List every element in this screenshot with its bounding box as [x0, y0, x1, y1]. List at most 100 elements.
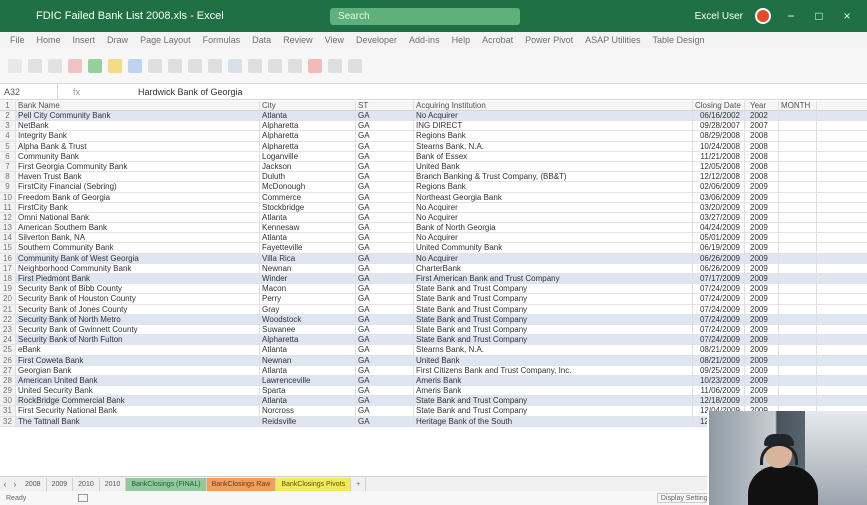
bank-name-cell[interactable]: Neighborhood Community Bank — [16, 263, 260, 273]
closing-date-cell[interactable]: 06/19/2009 — [693, 243, 745, 253]
menu-table-design[interactable]: Table Design — [653, 35, 705, 45]
year-cell[interactable]: 2009 — [745, 202, 779, 212]
city-cell[interactable]: Loganville — [260, 151, 356, 161]
state-cell[interactable]: GA — [356, 284, 414, 294]
table-row[interactable]: 15 Southern Community Bank Fayetteville GA U… — [0, 243, 867, 254]
bank-name-cell[interactable]: Haven Trust Bank — [16, 172, 260, 182]
acquirer-cell[interactable]: Northeast Georgia Bank — [414, 192, 693, 202]
table-row[interactable]: 18 First Piedmont Bank Winder GA First Ameri… — [0, 274, 867, 285]
undo-icon[interactable] — [28, 58, 42, 73]
city-cell[interactable]: Fayetteville — [260, 243, 356, 253]
bank-name-cell[interactable]: American Southern Bank — [16, 223, 260, 233]
month-cell[interactable] — [779, 141, 817, 151]
city-cell[interactable]: Winder — [260, 274, 356, 284]
formula-input[interactable]: Hardwick Bank of Georgia — [138, 87, 243, 97]
city-cell[interactable]: Perry — [260, 294, 356, 304]
table-row[interactable]: 23 Security Bank of Gwinnett County Suwane… — [0, 324, 867, 336]
table-row[interactable]: 7 First Georgia Community Bank Jackson GA Un… — [0, 161, 867, 173]
state-cell[interactable]: GA — [356, 212, 414, 223]
year-cell[interactable]: 2008 — [745, 131, 779, 141]
table-row[interactable]: 4 Integrity Bank Alpharetta GA Regions Bank 0… — [0, 131, 867, 142]
acquirer-cell[interactable]: No Acquirer — [414, 111, 693, 121]
table-row[interactable]: 16 Community Bank of West Georgia Villa Ri… — [0, 253, 867, 264]
bank-name-cell[interactable]: First Georgia Community Bank — [16, 161, 260, 172]
year-cell[interactable]: 2009 — [745, 386, 779, 396]
year-cell[interactable]: 2009 — [745, 314, 779, 324]
table-row[interactable]: 30 RockBridge Commercial Bank Atlanta GA Sta… — [0, 396, 867, 407]
state-cell[interactable]: GA — [356, 243, 414, 253]
align-left-icon[interactable] — [148, 58, 162, 73]
name-box[interactable]: A32 — [0, 83, 58, 100]
state-cell[interactable]: GA — [356, 396, 414, 406]
month-cell[interactable] — [779, 243, 817, 253]
state-cell[interactable]: GA — [356, 192, 414, 202]
tab-bankclosings-raw[interactable]: BankClosings Raw — [206, 477, 277, 491]
table-row[interactable]: 19 Security Bank of Bibb County Macon GA Sta… — [0, 284, 867, 295]
year-cell[interactable]: 2008 — [745, 161, 779, 172]
state-cell[interactable]: GA — [356, 121, 414, 131]
bank-name-cell[interactable]: Integrity Bank — [16, 131, 260, 141]
state-cell[interactable]: GA — [356, 274, 414, 284]
bank-name-cell[interactable]: Community Bank — [16, 151, 260, 161]
city-cell[interactable]: Atlanta — [260, 365, 356, 375]
save-icon[interactable] — [8, 58, 22, 73]
city-cell[interactable]: Newnan — [260, 355, 356, 365]
tab-bankclosings-final[interactable]: BankClosings (FINAL) — [126, 477, 207, 491]
closing-date-cell[interactable]: 10/23/2009 — [693, 375, 745, 386]
acquirer-cell[interactable]: First American Bank and Trust Company — [414, 274, 693, 284]
tab-bankclosings-pivots[interactable]: BankClosings Pivots — [276, 477, 352, 491]
city-cell[interactable]: Norcross — [260, 406, 356, 416]
bank-name-cell[interactable]: Security Bank of Gwinnett County — [16, 324, 260, 335]
city-cell[interactable]: Alpharetta — [260, 121, 356, 131]
table-row[interactable]: 24 Security Bank of North Fulton Alpharett… — [0, 335, 867, 346]
city-cell[interactable]: Atlanta — [260, 233, 356, 243]
acquirer-cell[interactable]: Ameris Bank — [414, 386, 693, 396]
table-row[interactable]: 6 Community Bank Loganville GA Bank of Essex… — [0, 151, 867, 162]
state-cell[interactable]: GA — [356, 386, 414, 396]
menu-review[interactable]: Review — [283, 35, 313, 45]
year-cell[interactable]: 2009 — [745, 223, 779, 233]
state-cell[interactable]: GA — [356, 375, 414, 386]
city-cell[interactable]: Jackson — [260, 161, 356, 172]
month-cell[interactable] — [779, 335, 817, 345]
header-state[interactable]: ST — [356, 101, 414, 110]
closing-date-cell[interactable]: 04/24/2009 — [693, 223, 745, 233]
city-cell[interactable]: Atlanta — [260, 111, 356, 121]
bank-name-cell[interactable]: RockBridge Commercial Bank — [16, 396, 260, 406]
month-cell[interactable] — [779, 192, 817, 202]
year-cell[interactable]: 2009 — [745, 233, 779, 243]
month-cell[interactable] — [779, 212, 817, 223]
city-cell[interactable]: Commerce — [260, 192, 356, 202]
state-cell[interactable]: GA — [356, 151, 414, 161]
align-right-icon[interactable] — [188, 58, 202, 73]
bank-name-cell[interactable]: First Security National Bank — [16, 406, 260, 416]
acquirer-cell[interactable]: Stearns Bank, N.A. — [414, 345, 693, 355]
state-cell[interactable]: GA — [356, 355, 414, 365]
table-row[interactable]: 2 Pell City Community Bank Atlanta GA No Acq… — [0, 111, 867, 122]
acquirer-cell[interactable]: State Bank and Trust Company — [414, 284, 693, 294]
state-cell[interactable]: GA — [356, 182, 414, 192]
bank-name-cell[interactable]: Southern Community Bank — [16, 243, 260, 253]
bank-name-cell[interactable]: American United Bank — [16, 375, 260, 386]
city-cell[interactable]: Atlanta — [260, 212, 356, 223]
month-cell[interactable] — [779, 223, 817, 233]
year-cell[interactable]: 2009 — [745, 212, 779, 223]
closing-date-cell[interactable]: 06/26/2009 — [693, 253, 745, 263]
table-row[interactable]: 29 United Security Bank Sparta GA Ameris Ban… — [0, 386, 867, 397]
close-icon[interactable]: × — [839, 9, 855, 23]
city-cell[interactable]: Sparta — [260, 386, 356, 396]
borders-icon[interactable] — [128, 58, 142, 73]
acquirer-cell[interactable]: State Bank and Trust Company — [414, 314, 693, 324]
menu-addins[interactable]: Add-ins — [409, 35, 440, 45]
city-cell[interactable]: Atlanta — [260, 345, 356, 355]
acquirer-cell[interactable]: Stearns Bank, N.A. — [414, 141, 693, 151]
table-row[interactable]: 27 Georgian Bank Atlanta GA First Citizens B… — [0, 365, 867, 376]
acquirer-cell[interactable]: No Acquirer — [414, 253, 693, 263]
city-cell[interactable]: Reidsville — [260, 416, 356, 426]
table-row[interactable]: 5 Alpha Bank & Trust Alpharetta GA Stearns B… — [0, 141, 867, 152]
acquirer-cell[interactable]: Regions Bank — [414, 182, 693, 192]
state-cell[interactable]: GA — [356, 253, 414, 263]
state-cell[interactable]: GA — [356, 314, 414, 324]
bank-name-cell[interactable]: First Coweta Bank — [16, 355, 260, 365]
menu-draw[interactable]: Draw — [107, 35, 128, 45]
